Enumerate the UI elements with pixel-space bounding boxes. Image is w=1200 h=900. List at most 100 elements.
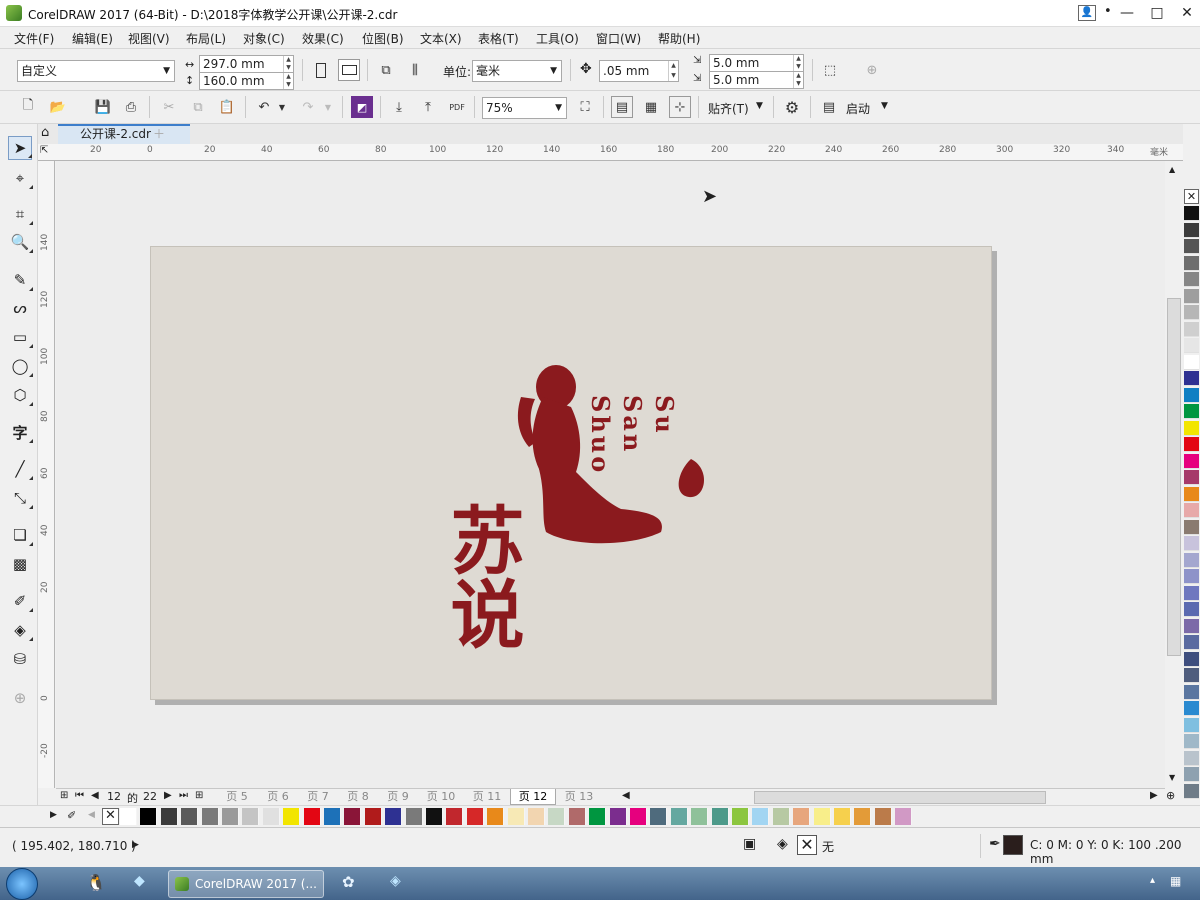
zoom-level-select[interactable]: 75% ▼ [482, 97, 567, 119]
shape-tool-icon[interactable]: ⌖ [8, 166, 33, 190]
color-swatch[interactable] [630, 808, 647, 825]
vertical-scrollbar[interactable]: ▲ ▼ [1165, 161, 1183, 788]
color-swatch[interactable] [1184, 717, 1199, 733]
home-icon[interactable]: ⌂ [41, 125, 49, 140]
color-swatch[interactable] [120, 808, 137, 825]
search-content-icon[interactable]: ◩ [351, 96, 373, 118]
import-icon[interactable]: ⤓ [388, 96, 410, 118]
account-icon[interactable]: 👤 [1078, 5, 1096, 21]
color-swatch[interactable] [1184, 684, 1199, 700]
add-icon[interactable]: ⊕ [861, 59, 883, 81]
menu-effects[interactable]: 效果(C) [302, 30, 344, 47]
horizontal-scroll-thumb[interactable] [754, 791, 1046, 804]
color-swatch[interactable] [670, 808, 688, 825]
color-swatch[interactable] [568, 808, 586, 825]
tab-page-6[interactable]: 页 6 [258, 789, 298, 805]
color-swatch[interactable] [589, 808, 607, 825]
chevron-down-icon[interactable]: ▼ [271, 96, 293, 118]
current-page-icon[interactable]: ⫼ [404, 59, 426, 81]
color-swatch[interactable] [405, 808, 423, 825]
color-swatch[interactable] [1184, 288, 1199, 304]
tab-document[interactable]: 公开课-2.cdr [58, 124, 190, 144]
color-swatch[interactable] [1184, 338, 1199, 353]
color-swatch[interactable] [446, 808, 464, 825]
color-swatch[interactable] [772, 808, 790, 825]
color-swatch[interactable] [1184, 701, 1199, 716]
unit-select[interactable]: 毫米 ▼ [472, 60, 562, 82]
color-swatch[interactable] [1184, 503, 1199, 518]
blue-app-icon[interactable]: ◈ [390, 873, 401, 889]
document-color-palette[interactable]: ▶ ✐ ◀ ✕ [0, 805, 1200, 827]
color-swatch[interactable] [283, 808, 301, 825]
palette-eyedropper-icon[interactable]: ✐ [67, 809, 76, 822]
app-pinned-icon[interactable]: ◆ [134, 873, 145, 889]
menu-text[interactable]: 文本(X) [420, 30, 462, 47]
show-rulers-icon[interactable]: ▤ [611, 96, 633, 118]
color-swatch[interactable] [1184, 618, 1199, 634]
last-page-icon[interactable]: ⏭ [179, 790, 188, 801]
color-swatch[interactable] [650, 808, 668, 825]
launcher-icon[interactable]: ▤ [818, 96, 840, 118]
menu-window[interactable]: 窗口(W) [596, 30, 641, 47]
palette-scroll-left-icon[interactable]: ◀ [88, 810, 95, 820]
menu-object[interactable]: 对象(C) [243, 30, 285, 47]
color-swatch[interactable] [854, 808, 872, 825]
menu-table[interactable]: 表格(T) [478, 30, 519, 47]
export-icon[interactable]: ⤒ [417, 96, 439, 118]
parallel-dimension-icon[interactable]: ╱ [8, 457, 33, 481]
add-page-before-icon[interactable]: ⊞ [60, 790, 68, 801]
copy-icon[interactable]: ⧉ [187, 96, 209, 118]
color-swatch[interactable] [1184, 354, 1199, 370]
color-swatch[interactable] [1184, 206, 1199, 221]
page-preset-select[interactable]: 自定义 ▼ [17, 60, 175, 82]
color-swatch[interactable] [752, 808, 770, 825]
dup-y-spinner[interactable]: ▲ ▼ [793, 72, 803, 88]
color-swatch[interactable] [364, 808, 382, 825]
color-swatch[interactable] [1184, 420, 1199, 436]
landscape-icon[interactable] [338, 59, 360, 81]
color-swatch[interactable] [1184, 635, 1199, 650]
next-page-icon[interactable]: ▶ [164, 790, 172, 801]
open-folder-icon[interactable]: 📂 [47, 96, 69, 118]
color-swatch[interactable] [344, 808, 362, 825]
color-swatch[interactable] [324, 808, 341, 825]
color-swatch[interactable] [1184, 453, 1199, 469]
artistic-media-icon[interactable]: ᔕ [8, 296, 32, 320]
color-swatch[interactable] [834, 808, 851, 825]
chevron-down-icon[interactable]: ▼ [881, 101, 888, 111]
smart-fill-icon[interactable]: ⛁ [8, 647, 32, 671]
pick-tool-icon[interactable]: ➤ [8, 136, 32, 160]
color-swatch[interactable] [1184, 783, 1199, 799]
paste-icon[interactable]: 📋 [216, 96, 238, 118]
eyedropper-icon[interactable]: ✐ [8, 589, 33, 613]
menu-edit[interactable]: 编辑(E) [72, 30, 113, 47]
color-swatch[interactable] [711, 808, 729, 825]
color-swatch[interactable] [528, 808, 545, 825]
add-tool-icon[interactable]: ⊕ [8, 686, 32, 710]
maximize-button[interactable]: □ [1140, 3, 1174, 23]
interactive-fill-icon[interactable]: ◈ [8, 618, 33, 642]
tray-icon[interactable]: ▴ [1150, 875, 1155, 886]
color-swatch[interactable] [1184, 239, 1199, 254]
zoom-navigator-icon[interactable]: ⊕ [1166, 789, 1175, 802]
color-swatch[interactable] [303, 808, 321, 825]
fill-bucket-icon[interactable]: ◈ [777, 836, 788, 852]
color-swatch[interactable] [242, 808, 260, 825]
scroll-left-icon[interactable]: ◀ [622, 790, 630, 801]
color-swatch[interactable] [201, 808, 219, 825]
start-button[interactable] [6, 868, 38, 900]
first-page-icon[interactable]: ⏮ [75, 790, 84, 801]
crop-tool-icon[interactable]: ⌗ [8, 202, 33, 226]
nudge-spinner[interactable]: ▲ ▼ [668, 61, 678, 81]
page-height-field[interactable]: 160.0 mm ▲ ▼ [199, 72, 294, 90]
color-swatch[interactable] [222, 808, 239, 825]
scroll-up-icon[interactable]: ▲ [1169, 165, 1175, 174]
menu-file[interactable]: 文件(F) [14, 30, 54, 47]
rectangle-tool-icon[interactable]: ▭ [8, 325, 33, 349]
tab-page-11[interactable]: 页 11 [464, 789, 510, 805]
polygon-tool-icon[interactable]: ⬡ [8, 383, 33, 407]
color-swatch[interactable] [609, 808, 627, 825]
duplicate-y-field[interactable]: 5.0 mm ▲ ▼ [709, 71, 804, 89]
color-swatch[interactable] [732, 808, 749, 825]
add-page-after-icon[interactable]: ⊞ [195, 790, 203, 801]
